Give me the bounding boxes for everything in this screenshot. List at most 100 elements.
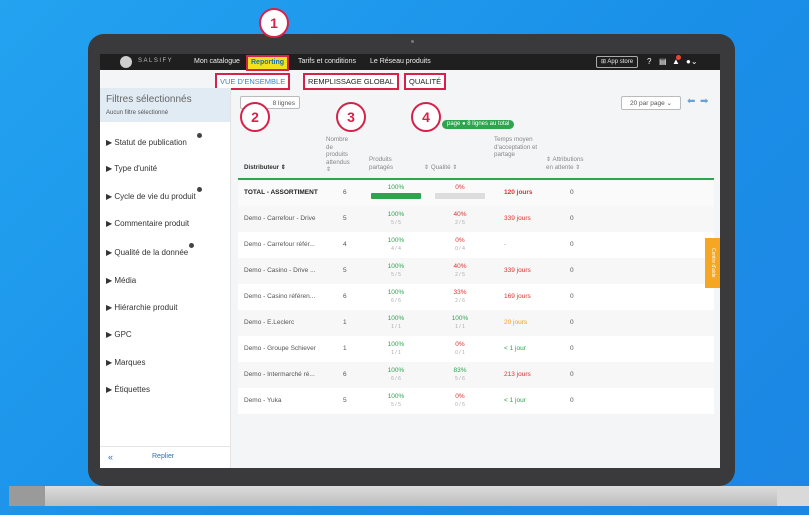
col-header-pending[interactable]: ⇕ Attributions en attente ⇕ (546, 156, 590, 171)
table-row[interactable]: Demo - Carrefour - Drive 5 100% 5 / 5 40% 2 /… (238, 206, 714, 232)
help-icon[interactable] (189, 243, 194, 248)
filter-commentaire-produit[interactable]: ▶ Commentaire produit (106, 219, 189, 228)
table-row[interactable]: Demo - Casino - Drive ... 5 100% 5 / 5 40% 2 … (238, 258, 714, 284)
filter-hierarchie-produit[interactable]: ▶ Hiérarchie produit (106, 303, 178, 312)
shared-percent: 100% (387, 341, 405, 348)
expected-count: 4 (343, 241, 347, 248)
total-expected: 6 (343, 189, 347, 196)
distributor-name[interactable]: Demo - Casino référen... (244, 284, 332, 310)
quality-cell: 33% 2 / 6 (440, 289, 480, 305)
brand-name: SALSIFY (138, 58, 174, 64)
table-row[interactable]: Demo - Yuka 5 100% 5 / 5 0% 0 / 5 < 1 jour 0 (238, 388, 714, 414)
quality-percent: 83% (453, 367, 467, 374)
next-page-icon[interactable]: ➡ (700, 96, 708, 107)
filter-etiquettes[interactable]: ▶ Étiquettes (106, 385, 150, 394)
shared-fraction: 5 / 5 (391, 402, 401, 408)
col-header-time[interactable]: Temps moyen d'acceptation et partage (494, 136, 544, 159)
quality-cell: 83% 5 / 6 (440, 367, 480, 383)
quality-fraction: 2 / 5 (455, 272, 465, 278)
nav-mon-catalogue[interactable]: Mon catalogue (194, 58, 240, 65)
quality-fraction: 0 / 5 (455, 402, 465, 408)
expected-count: 6 (343, 293, 347, 300)
callout-3: 3 (336, 102, 366, 132)
time-value: - (504, 241, 507, 248)
filter-type-unite[interactable]: ▶ Type d'unité (106, 164, 157, 173)
help-icon[interactable]: ? (647, 57, 651, 66)
filter-gpc[interactable]: ▶ GPC (106, 330, 132, 339)
laptop-base (9, 486, 809, 506)
table-row[interactable]: Demo - Groupe Schiever 1 100% 1 / 1 0% 0 / 1 <… (238, 336, 714, 362)
prev-page-icon[interactable]: ⬅ (687, 96, 695, 107)
shared-cell: 100% 6 / 6 (376, 367, 416, 383)
filter-media[interactable]: ▶ Média (106, 276, 136, 285)
chat-icon[interactable]: ▤ (659, 57, 667, 66)
nav-tarifs-conditions[interactable]: Tarifs et conditions (298, 58, 356, 65)
quality-percent: 33% (453, 289, 467, 296)
filter-qualite-donnee[interactable]: ▶ Qualité de la donnée (106, 248, 188, 257)
total-pending: 0 (570, 189, 574, 196)
distributor-name[interactable]: Demo - Groupe Schiever (244, 336, 332, 362)
distributor-name[interactable]: Demo - Yuka (244, 388, 332, 414)
expected-count: 6 (343, 371, 347, 378)
shared-fraction: 1 / 1 (391, 350, 401, 356)
shared-cell: 100% 5 / 5 (376, 211, 416, 227)
filter-statut-publication[interactable]: ▶ Statut de publication (106, 138, 187, 147)
collapse-button[interactable]: Replier (152, 453, 174, 460)
app-screen: SALSIFY Mon catalogue Reporting Tarifs e… (100, 54, 720, 468)
tab-remplissage-global[interactable]: REMPLISSAGE GLOBAL (303, 73, 399, 90)
expected-count: 5 (343, 267, 347, 274)
table-row[interactable]: Demo - E.Leclerc 1 100% 1 / 1 100% 1 / 1 20 jo… (238, 310, 714, 336)
quality-cell: 100% 1 / 1 (440, 315, 480, 331)
app-store-button[interactable]: ⊞ App store (596, 56, 639, 68)
laptop-base-left (9, 486, 45, 506)
shared-fraction: 5 / 5 (391, 272, 401, 278)
pagination-info: page ● 8 lignes au total (442, 120, 515, 129)
collapse-icon[interactable]: « (108, 452, 113, 462)
laptop-base-right (777, 486, 809, 506)
col-header-expected[interactable]: Nombre de produits attendus ⇕ (326, 136, 352, 174)
tab-qualite[interactable]: QUALITÉ (404, 73, 447, 90)
table-row[interactable]: Demo - Casino référen... 6 100% 6 / 6 33% 2 /… (238, 284, 714, 310)
distributor-name[interactable]: Demo - Carrefour - Drive (244, 206, 332, 232)
table-row[interactable]: Demo - Intermarché ré... 6 100% 6 / 6 83% 5 /… (238, 362, 714, 388)
shared-percent: 100% (387, 315, 405, 322)
pending-count: 0 (570, 371, 574, 378)
help-icon[interactable] (197, 187, 202, 192)
shared-fraction: 6 / 6 (391, 376, 401, 382)
camera-dot (411, 40, 414, 43)
nav-reporting[interactable]: Reporting (246, 55, 290, 71)
help-icon[interactable] (197, 133, 202, 138)
user-icon[interactable]: ●⌄ (686, 57, 698, 66)
salsify-logo-icon (120, 56, 132, 68)
table-row[interactable]: Demo - Carrefour référ... 4 100% 4 / 4 0% 0 /… (238, 232, 714, 258)
help-center-tab[interactable]: Centre d'aide (705, 238, 720, 288)
pending-count: 0 (570, 293, 574, 300)
quality-cell: 40% 2 / 5 (440, 211, 480, 227)
sidebar-footer[interactable]: « Replier (100, 446, 230, 468)
filters-header: Filtres sélectionnés Aucun filtre sélect… (100, 88, 230, 122)
expected-count: 5 (343, 397, 347, 404)
filter-cycle-de-vie[interactable]: ▶ Cycle de vie du produit (106, 192, 196, 201)
distributor-name[interactable]: Demo - Carrefour référ... (244, 232, 332, 258)
col-header-distributor[interactable]: Distributeur ⇕ (244, 164, 286, 172)
quality-cell: 0% 0 / 4 (440, 237, 480, 253)
col-header-quality[interactable]: ⇕ Qualité ⇕ (424, 164, 457, 172)
quality-percent: 40% (453, 211, 467, 218)
time-value: < 1 jour (504, 345, 526, 352)
time-value: 169 jours (504, 293, 531, 300)
distributor-name[interactable]: Demo - Casino - Drive ... (244, 258, 332, 284)
filter-marques[interactable]: ▶ Marques (106, 358, 146, 367)
nav-reseau-produits[interactable]: Le Réseau produits (370, 58, 431, 65)
per-page-select[interactable]: 20 par page ⌄ (621, 96, 681, 110)
quality-percent: 0% (455, 237, 465, 244)
callout-4: 4 (411, 102, 441, 132)
quality-fraction: 0 / 4 (455, 246, 465, 252)
total-shared-bar (371, 193, 421, 199)
quality-cell: 0% 0 / 5 (440, 393, 480, 409)
distributor-name[interactable]: Demo - E.Leclerc (244, 310, 332, 336)
expected-count: 5 (343, 215, 347, 222)
total-quality: 0% (455, 184, 465, 191)
distributor-name[interactable]: Demo - Intermarché ré... (244, 362, 332, 388)
shared-percent: 100% (387, 393, 405, 400)
col-header-shared[interactable]: Produits partagés (369, 156, 401, 171)
